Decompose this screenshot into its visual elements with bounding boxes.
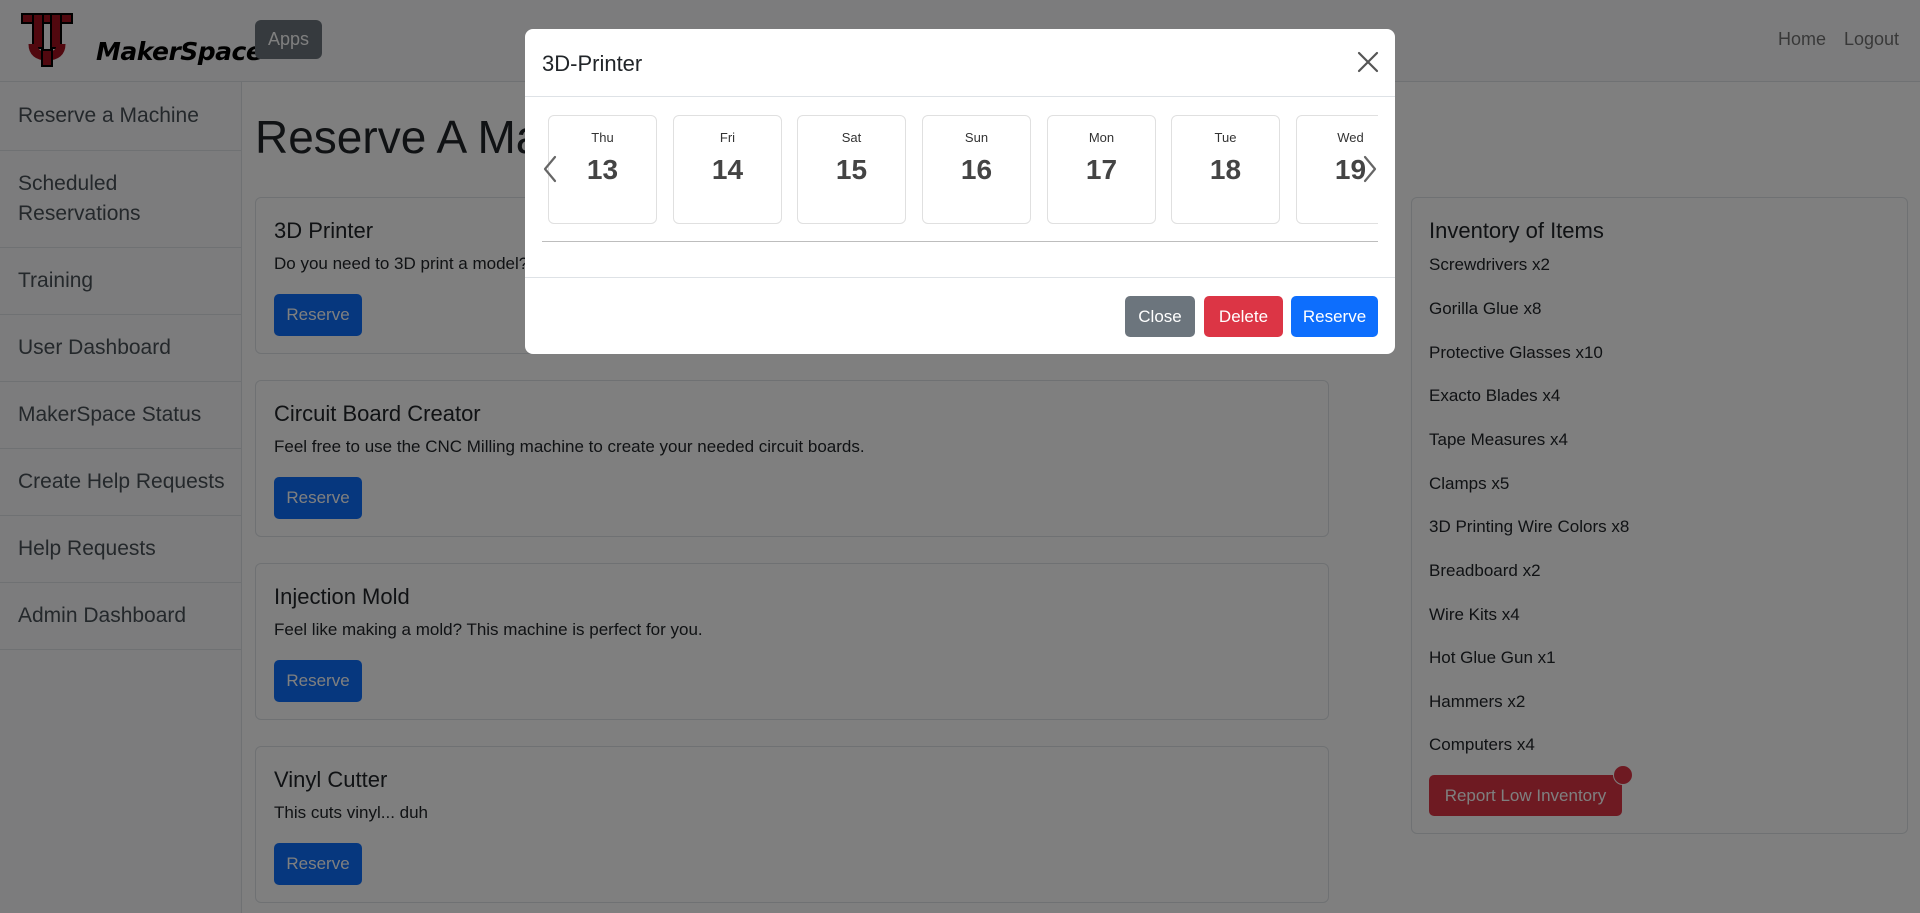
day-card-thu[interactable]: Thu 13 xyxy=(548,115,657,224)
day-name: Mon xyxy=(1088,130,1115,145)
chevron-left-icon[interactable] xyxy=(542,153,560,185)
day-number: 17 xyxy=(1085,154,1118,185)
day-number: 13 xyxy=(586,154,619,185)
close-button[interactable]: Close xyxy=(1125,296,1195,337)
day-card-fri[interactable]: Fri 14 xyxy=(673,115,782,224)
day-card-mon[interactable]: Mon 17 xyxy=(1047,115,1156,224)
modal-title: 3D-Printer xyxy=(542,51,643,76)
day-name: Thu xyxy=(591,130,614,145)
day-number: 16 xyxy=(960,154,993,185)
day-name: Fri xyxy=(719,130,736,145)
date-carousel: Thu 13 Fri 14 Sat 15 Sun 16 Mon 17 Tue 1… xyxy=(542,115,1378,242)
day-card-sun[interactable]: Sun 16 xyxy=(922,115,1031,224)
reservation-modal: 3D-Printer Thu 13 Fri 14 Sat 15 Sun 16 M… xyxy=(525,29,1395,354)
day-number: 14 xyxy=(711,154,744,185)
modal-header: 3D-Printer xyxy=(525,29,1395,97)
day-number: 18 xyxy=(1209,154,1242,185)
day-name: Tue xyxy=(1214,130,1237,145)
day-card-sat[interactable]: Sat 15 xyxy=(797,115,906,224)
reserve-confirm-button[interactable]: Reserve xyxy=(1291,296,1378,337)
day-card-tue[interactable]: Tue 18 xyxy=(1171,115,1280,224)
day-name: Sat xyxy=(841,130,862,145)
day-name: Sun xyxy=(964,130,989,145)
day-name: Wed xyxy=(1337,130,1364,145)
day-number: 15 xyxy=(835,154,868,185)
close-icon[interactable] xyxy=(1355,49,1381,75)
chevron-right-icon[interactable] xyxy=(1360,153,1378,185)
modal-footer: Close Delete Reserve xyxy=(525,277,1395,354)
delete-button[interactable]: Delete xyxy=(1204,296,1283,337)
